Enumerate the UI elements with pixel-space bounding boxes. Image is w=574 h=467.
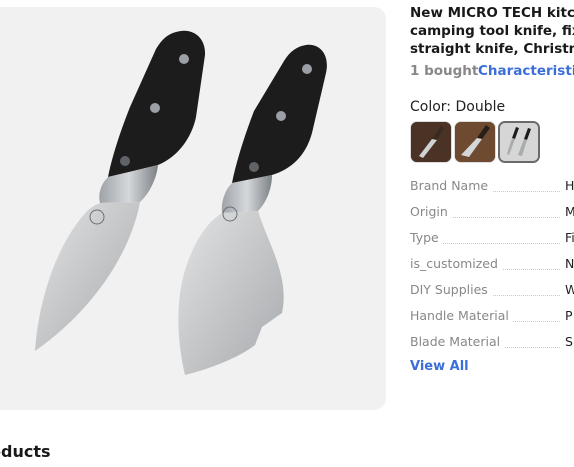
- spec-name: Blade Material: [410, 334, 505, 349]
- spec-row-handle-material: Handle Material P: [410, 308, 574, 328]
- product-title-line: New MICRO TECH kitche: [410, 5, 574, 21]
- color-label: Color: Double: [410, 99, 506, 115]
- swatch-brown-handle[interactable]: [410, 121, 452, 163]
- spec-row-blade-material: Blade Material Sl: [410, 334, 574, 354]
- knife-thumbnail-icon: [411, 122, 451, 162]
- right-knife: [178, 44, 327, 375]
- product-title-line: straight knife, Christmas: [410, 41, 574, 57]
- spec-value: Fi: [565, 230, 574, 245]
- product-info-panel: New MICRO TECH kitche camping tool knife…: [410, 0, 574, 467]
- section-heading: oducts: [0, 442, 51, 461]
- spec-value: W: [565, 282, 574, 297]
- spec-value: H: [565, 178, 574, 193]
- spec-name: Handle Material: [410, 308, 513, 323]
- spec-name: Brand Name: [410, 178, 493, 193]
- knife-pair-illustration: [35, 30, 327, 375]
- spec-value: Sl: [565, 334, 574, 349]
- product-main-image[interactable]: [0, 7, 386, 410]
- sales-count: 1 bought: [410, 63, 479, 79]
- product-title-line: camping tool knife, fixed: [410, 23, 574, 39]
- product-title: New MICRO TECH kitche camping tool knife…: [410, 4, 574, 58]
- spec-row-diy-supplies: DIY Supplies W: [410, 282, 574, 302]
- swatch-double-knife-selected[interactable]: [498, 121, 540, 163]
- spec-row-is-customized: is_customized N: [410, 256, 574, 276]
- spec-value: N: [565, 256, 574, 271]
- knife-thumbnail-icon: [455, 122, 495, 162]
- spec-name: DIY Supplies: [410, 282, 492, 297]
- spec-name: is_customized: [410, 256, 502, 271]
- knife-thumbnail-icon: [500, 123, 538, 161]
- spec-value: P: [565, 308, 573, 323]
- swatch-brown-handle-2[interactable]: [454, 121, 496, 163]
- spec-name: Type: [410, 230, 443, 245]
- view-all-specs-link[interactable]: View All: [410, 359, 469, 374]
- spec-value: M: [565, 204, 574, 219]
- spec-name: Origin: [410, 204, 452, 219]
- spec-row-brand-name: Brand Name H: [410, 178, 574, 198]
- spec-row-type: Type Fi: [410, 230, 574, 250]
- characteristics-link[interactable]: Characteristic: [478, 63, 574, 79]
- spec-row-origin: Origin M: [410, 204, 574, 224]
